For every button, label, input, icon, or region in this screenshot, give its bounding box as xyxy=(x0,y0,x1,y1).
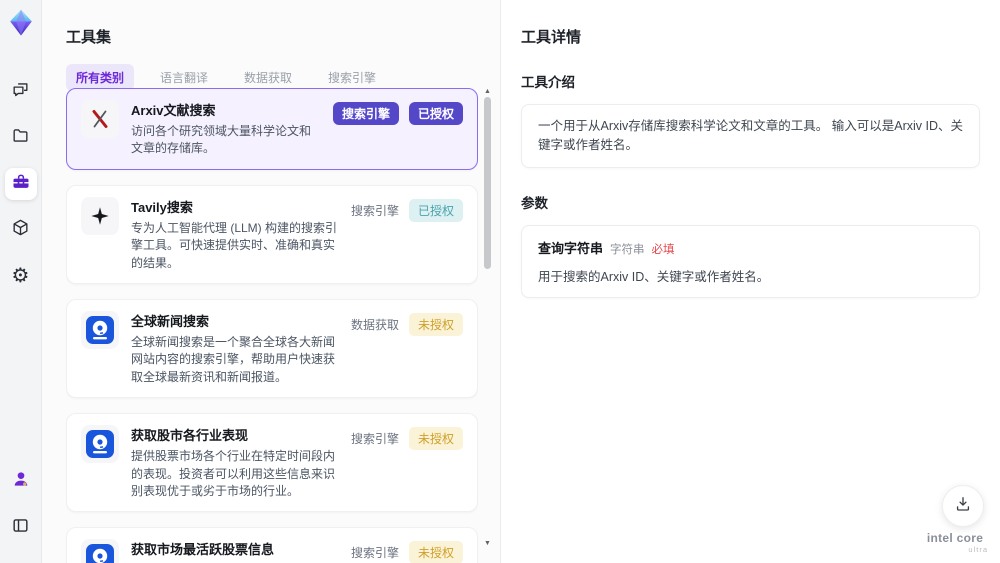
scrollbar[interactable]: ▲ ▼ xyxy=(483,88,492,559)
tool-list-pane: 工具集 所有类别 语言翻译 数据获取 搜索引擎 Arxiv文献搜索 访问各个研究领域大量… xyxy=(42,0,500,563)
tool-description: 访问各个研究领域大量科学论文和文章的存储库。 xyxy=(131,124,312,156)
app-logo-icon[interactable] xyxy=(6,8,36,38)
tab-data-fetching[interactable]: 数据获取 xyxy=(234,64,302,91)
tool-card-stock-sector-performance[interactable]: 获取股市各行业表现提供股票市场各个行业在特定时间段内的表现。投资者可以利用这些信… xyxy=(66,413,478,513)
tool-tags: 数据获取 未授权 xyxy=(351,311,463,386)
panel-toggle-icon[interactable] xyxy=(5,509,37,541)
tool-card-tavily-search[interactable]: Tavily搜索专为人工智能代理 (LLM) 构建的搜索引擎工具。可快速提供实时… xyxy=(66,184,478,284)
intro-heading: 工具介绍 xyxy=(521,75,575,90)
user-avatar-icon[interactable] xyxy=(5,463,37,495)
detail-title: 工具详情 xyxy=(521,29,582,46)
tavily-icon xyxy=(81,196,119,235)
param-description: 用于搜索的Arxiv ID、关键字或作者姓名。 xyxy=(538,269,770,284)
page-title: 工具集 xyxy=(66,29,112,46)
news-blue-icon xyxy=(81,425,119,464)
intel-ultra-text: ultra xyxy=(968,545,988,554)
tool-description: 专为人工智能代理 (LLM) 构建的搜索引擎工具。可快速提供实时、准确和真实的结… xyxy=(131,220,338,270)
unauthorized-badge[interactable]: 未授权 xyxy=(408,427,463,451)
tool-tags: 搜索引擎 未授权 xyxy=(351,425,463,500)
cube-icon xyxy=(11,218,30,242)
tool-name: Arxiv文献搜索 xyxy=(131,103,216,118)
scroll-down-icon[interactable]: ▼ xyxy=(483,540,492,547)
sidebar-item-tools[interactable] xyxy=(4,168,37,200)
gear-icon: ⚙ xyxy=(11,264,30,287)
tool-name: 全球新闻搜索 xyxy=(131,313,210,329)
param-name: 查询字符串 xyxy=(538,240,604,256)
tool-name: 获取股市各行业表现 xyxy=(131,428,249,444)
sidebar: ⚙ xyxy=(0,0,42,563)
tool-card-arxiv-search[interactable]: Arxiv文献搜索访问各个研究领域大量科学论文和文章的存储库。 搜索引擎 已授权 xyxy=(66,88,478,170)
params-heading: 参数 xyxy=(521,195,548,211)
category-tag: 搜索引擎 xyxy=(350,203,399,218)
tab-search-engine[interactable]: 搜索引擎 xyxy=(318,64,386,91)
toolbox-icon xyxy=(11,172,31,197)
download-icon xyxy=(953,494,973,519)
tool-name: 获取市场最活跃股票信息 xyxy=(131,542,275,558)
tool-list: Arxiv文献搜索 访问各个研究领域大量科学论文和文章的存储库。 搜索引擎 已授权 Ta… xyxy=(66,88,478,563)
param-type: 字符串 xyxy=(610,243,645,256)
news-blue-icon xyxy=(81,310,119,349)
category-tag: 搜索引擎 xyxy=(350,432,399,447)
download-button[interactable] xyxy=(942,485,984,527)
news-blue-icon xyxy=(81,539,119,563)
category-tag: 搜索引擎 xyxy=(350,546,399,561)
sidebar-item-chat[interactable] xyxy=(5,76,37,108)
tool-name: Tavily搜索 xyxy=(131,199,193,215)
intro-text: 一个用于从Arxiv存储库搜索科学论文和文章的工具。 输入可以是Arxiv ID… xyxy=(538,119,964,152)
scrollbar-thumb[interactable] xyxy=(484,97,491,269)
sidebar-item-settings[interactable]: ⚙ xyxy=(5,260,37,292)
param-row: 查询字符串 字符串 必填用于搜索的Arxiv ID、关键字或作者姓名。 xyxy=(538,238,963,285)
folder-icon xyxy=(11,126,30,150)
tool-tags: 搜索引擎 已授权 xyxy=(351,197,463,272)
category-tabs: 所有类别 语言翻译 数据获取 搜索引擎 xyxy=(66,64,500,91)
authorized-badge[interactable]: 已授权 xyxy=(408,198,463,222)
tool-detail-pane: 工具详情 工具介绍 一个用于从Arxiv存储库搜索科学论文和文章的工具。 输入可… xyxy=(500,0,1000,563)
category-tag[interactable]: 搜索引擎 xyxy=(332,102,399,125)
sidebar-nav: ⚙ xyxy=(4,76,37,306)
sidebar-item-models[interactable] xyxy=(5,214,37,246)
tool-card-most-active-stocks[interactable]: 获取市场最活跃股票信息提供当天交易量最高的股票列表，投资者可以利用这些信息来识别… xyxy=(66,527,478,563)
tool-description: 提供股票市场各个行业在特定时间段内的表现。投资者可以利用这些信息来识别表现优于或… xyxy=(131,449,336,498)
intel-core-logo: intel core ultra xyxy=(922,531,988,554)
param-required-label: 必填 xyxy=(651,243,675,256)
unauthorized-badge[interactable]: 未授权 xyxy=(408,312,463,336)
unauthorized-badge[interactable]: 未授权 xyxy=(408,541,463,563)
tool-tags: 搜索引擎 未授权 xyxy=(351,539,463,563)
intel-core-text: intel core xyxy=(926,531,984,545)
tool-card-global-news-search[interactable]: 全球新闻搜索全球新闻搜索是一个聚合全球各大新闻网站内容的搜索引擎，帮助用户快速获… xyxy=(66,298,478,399)
sidebar-item-files[interactable] xyxy=(5,122,37,154)
tab-all-categories[interactable]: 所有类别 xyxy=(66,64,135,91)
chat-icon xyxy=(11,80,30,104)
tab-language-translation[interactable]: 语言翻译 xyxy=(150,64,218,91)
authorized-badge[interactable]: 已授权 xyxy=(408,102,463,125)
intro-box: 一个用于从Arxiv存储库搜索科学论文和文章的工具。 输入可以是Arxiv ID… xyxy=(521,104,980,168)
arxiv-icon xyxy=(81,100,119,138)
tool-description: 全球新闻搜索是一个聚合全球各大新闻网站内容的搜索引擎，帮助用户快速获取全球最新资… xyxy=(131,334,336,384)
tool-tags: 搜索引擎 已授权 xyxy=(332,100,463,158)
scroll-up-icon[interactable]: ▲ xyxy=(483,88,492,95)
params-box: 查询字符串 字符串 必填用于搜索的Arxiv ID、关键字或作者姓名。 xyxy=(521,224,980,298)
category-tag: 数据获取 xyxy=(350,317,399,332)
